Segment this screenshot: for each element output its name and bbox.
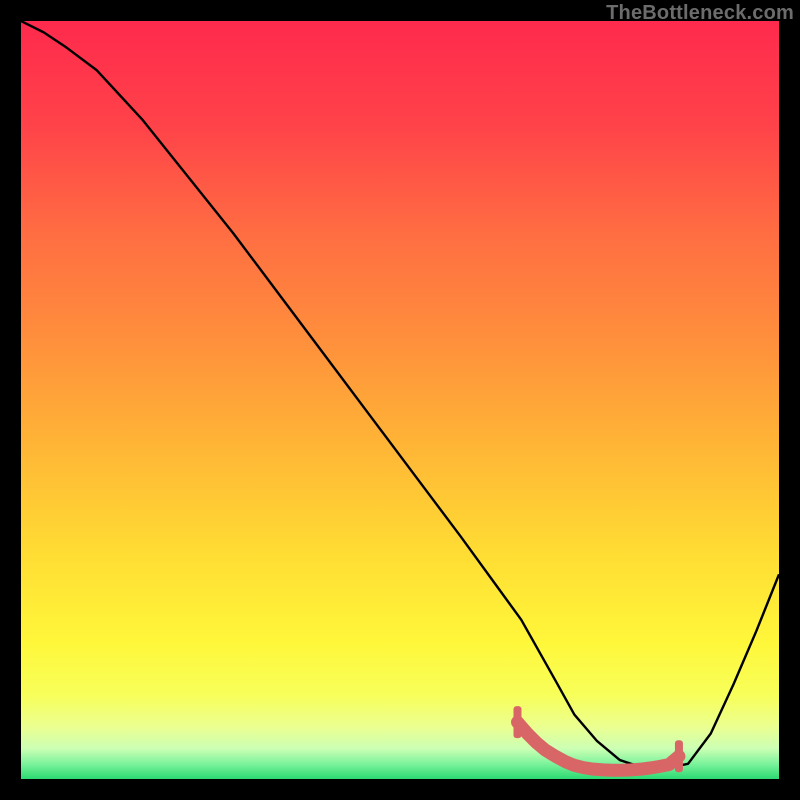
chart-frame (21, 21, 779, 779)
marker-dot (653, 760, 665, 772)
marker-start-cap (513, 706, 521, 738)
marker-end-cap (675, 740, 683, 772)
bottleneck-chart (21, 21, 779, 779)
chart-background (21, 21, 779, 779)
watermark-text: TheBottleneck.com (606, 2, 794, 25)
